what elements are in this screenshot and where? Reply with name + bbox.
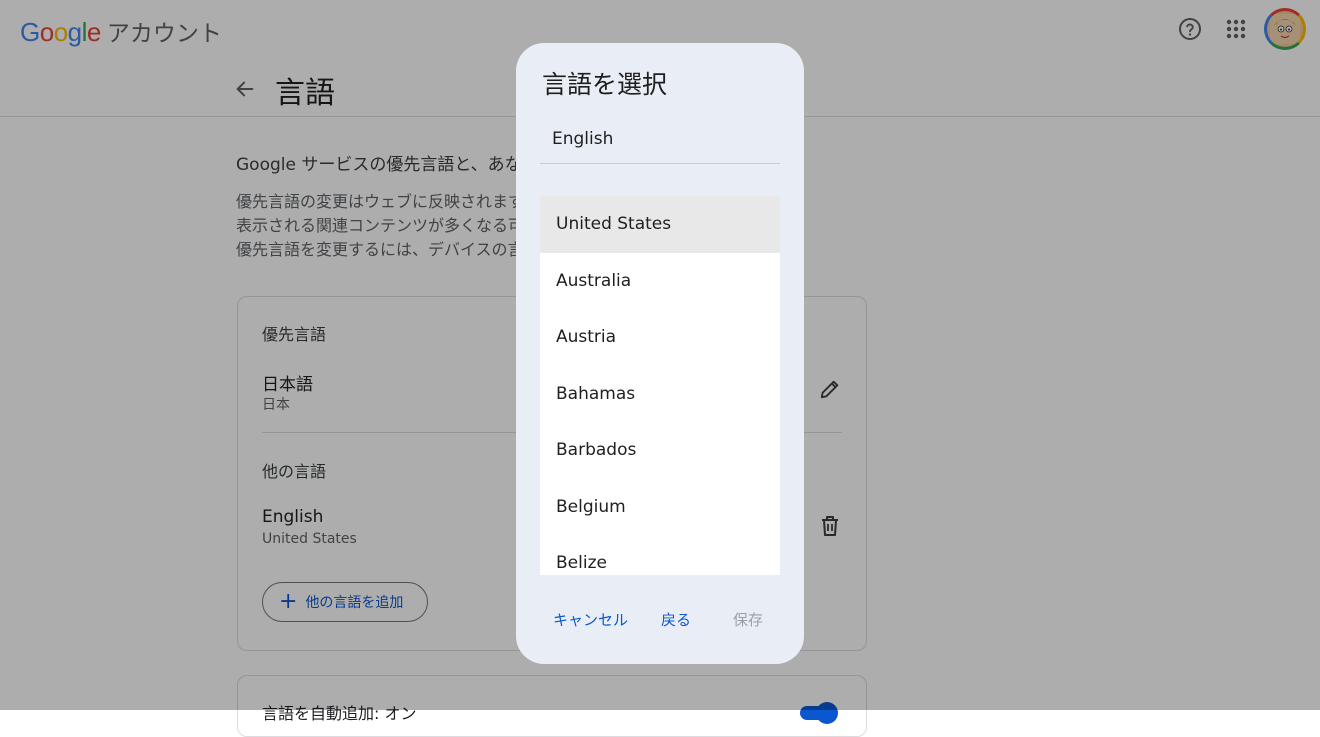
region-option[interactable]: Australia xyxy=(540,253,780,310)
region-option[interactable]: Bahamas xyxy=(540,366,780,423)
region-option[interactable]: Belgium xyxy=(540,479,780,536)
back-button[interactable]: 戻る xyxy=(661,609,691,630)
dialog-title: 言語を選択 xyxy=(542,70,668,99)
region-option[interactable]: Austria xyxy=(540,309,780,366)
save-button[interactable]: 保存 xyxy=(733,609,763,630)
region-option[interactable]: Barbados xyxy=(540,422,780,479)
language-field-value: English xyxy=(552,129,614,149)
language-field[interactable]: English xyxy=(540,121,780,164)
region-option-selected[interactable]: United States xyxy=(540,196,780,253)
region-option[interactable]: Belize xyxy=(540,535,780,575)
dialog-actions: キャンセル 戻る 保存 xyxy=(516,605,804,635)
select-language-dialog: 言語を選択 English United States Australia Au… xyxy=(516,43,804,664)
cancel-button[interactable]: キャンセル xyxy=(553,609,628,630)
region-listbox[interactable]: United States Australia Austria Bahamas … xyxy=(540,196,780,575)
